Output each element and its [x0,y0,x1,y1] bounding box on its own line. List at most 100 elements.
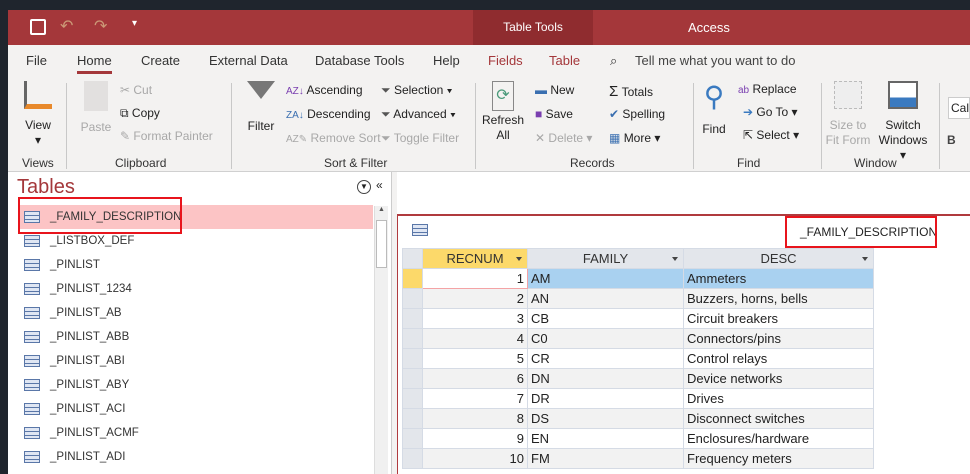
cell-recnum[interactable]: 2 [422,288,528,309]
nav-item[interactable]: _PINLIST_ABI [18,349,373,373]
column-header-desc[interactable]: DESC [683,248,874,269]
copy-button[interactable]: ⧉ Copy [120,106,160,121]
cell-desc[interactable]: Drives [683,388,874,409]
cell-recnum[interactable]: 9 [422,428,528,449]
new-record-button[interactable]: ▬ New [535,83,574,97]
cell-recnum[interactable]: 4 [422,328,528,349]
nav-scrollbar[interactable]: ▲ [374,206,388,474]
save-icon[interactable] [30,19,46,35]
find-button[interactable]: ⚲ Find [698,81,730,137]
table-row[interactable]: 5 CR Control relays [402,348,874,369]
scroll-up-icon[interactable]: ▲ [375,206,388,220]
column-header-recnum[interactable]: RECNUM [422,248,528,269]
tab-database-tools[interactable]: Database Tools [315,53,404,68]
nav-item[interactable]: _PINLIST [18,253,373,277]
scroll-thumb[interactable] [376,220,387,268]
cell-desc[interactable]: Frequency meters [683,448,874,469]
spelling-button[interactable]: ✔ Spelling [609,107,665,121]
cell-recnum[interactable]: 8 [422,408,528,429]
dropdown-arrow-icon[interactable] [862,257,868,264]
cell-family[interactable]: AN [527,288,684,309]
cell-desc[interactable]: Buzzers, horns, bells [683,288,874,309]
table-row[interactable]: 8 DS Disconnect switches [402,408,874,429]
nav-item[interactable]: _PINLIST_ACI [18,397,373,421]
table-row[interactable]: 10 FM Frequency meters [402,448,874,469]
table-row[interactable]: 3 CB Circuit breakers [402,308,874,329]
save-record-button[interactable]: ■ Save [535,107,573,121]
tab-fields[interactable]: Fields [488,53,523,68]
row-selector[interactable] [402,348,423,369]
nav-item[interactable]: _PINLIST_ABB [18,325,373,349]
customize-qat-icon[interactable]: ▾ [132,18,137,29]
table-row[interactable]: 9 EN Enclosures/hardware [402,428,874,449]
more-button[interactable]: ▦ More ▾ [609,131,660,145]
nav-menu-dropdown-icon[interactable]: ▼ [357,180,371,194]
tab-external-data[interactable]: External Data [209,53,288,68]
cell-family[interactable]: EN [527,428,684,449]
row-selector[interactable] [402,408,423,429]
font-name-select[interactable]: Cal [948,97,970,119]
remove-sort-button[interactable]: AZ✎ Remove Sort [286,131,381,145]
cell-family[interactable]: C0 [527,328,684,349]
cell-recnum[interactable]: 6 [422,368,528,389]
goto-button[interactable]: ➔ Go To ▾ [743,105,798,119]
replace-button[interactable]: ab Replace [738,82,797,96]
row-selector[interactable] [402,428,423,449]
tab-table[interactable]: Table [549,53,580,68]
cut-button[interactable]: ✂ Cut [120,83,152,97]
row-selector[interactable] [402,448,423,469]
selection-button[interactable]: ⏷ Selection ▾ [381,83,453,98]
row-selector[interactable] [402,328,423,349]
cell-recnum[interactable]: 7 [422,388,528,409]
switch-windows-button[interactable]: Switch Windows ▾ [874,81,932,163]
row-selector[interactable] [402,368,423,389]
table-row[interactable]: 2 AN Buzzers, horns, bells [402,288,874,309]
refresh-all-button[interactable]: ⟳ Refresh All [480,81,526,143]
select-button[interactable]: ⇱ Select ▾ [743,128,799,142]
tab-home[interactable]: Home [77,53,112,74]
row-selector[interactable] [402,308,423,329]
cell-recnum[interactable]: 1 [422,268,528,289]
select-all-corner[interactable] [402,248,423,269]
table-row[interactable]: 4 C0 Connectors/pins [402,328,874,349]
dropdown-arrow-icon[interactable] [672,257,678,264]
cell-desc[interactable]: Disconnect switches [683,408,874,429]
view-button[interactable]: View ▾ [16,81,60,148]
paste-button[interactable]: Paste [76,81,116,135]
size-to-fit-form-button[interactable]: Size to Fit Form [823,81,873,148]
cell-family[interactable]: DN [527,368,684,389]
tell-me-input[interactable]: Tell me what you want to do [635,53,795,68]
cell-family[interactable]: DR [527,388,684,409]
row-selector[interactable] [402,288,423,309]
bold-button[interactable]: B [947,133,956,147]
tab-help[interactable]: Help [433,53,460,68]
row-selector[interactable] [402,388,423,409]
cell-recnum[interactable]: 3 [422,308,528,329]
totals-button[interactable]: Σ Totals [609,83,653,100]
nav-item[interactable]: _PINLIST_ACMF [18,421,373,445]
cell-desc[interactable]: Circuit breakers [683,308,874,329]
cell-family[interactable]: FM [527,448,684,469]
cell-family[interactable]: CB [527,308,684,329]
cell-desc[interactable]: Ammeters [683,268,874,289]
tab-create[interactable]: Create [141,53,180,68]
descending-button[interactable]: ZA↓ Descending [286,107,371,121]
cell-desc[interactable]: Enclosures/hardware [683,428,874,449]
nav-item[interactable]: _PINLIST_ABY [18,373,373,397]
cell-recnum[interactable]: 10 [422,448,528,469]
tab-file[interactable]: File [26,53,47,68]
undo-icon[interactable]: ↶ [60,16,73,36]
table-row[interactable]: 1 AM Ammeters [402,268,874,289]
advanced-button[interactable]: ⏷ Advanced ▾ [381,107,456,122]
redo-icon[interactable]: ↷ [94,16,107,36]
row-selector[interactable] [402,268,423,289]
column-header-family[interactable]: FAMILY [527,248,684,269]
format-painter-button[interactable]: ✎ Format Painter [120,129,213,143]
cell-desc[interactable]: Connectors/pins [683,328,874,349]
delete-button[interactable]: ✕ Delete ▾ [535,131,592,145]
collapse-pane-icon[interactable]: « [376,178,383,192]
toggle-filter-button[interactable]: ⏷ Toggle Filter [381,131,459,146]
ascending-button[interactable]: AZ↓ Ascending [286,83,363,97]
nav-item[interactable]: _PINLIST_ADI [18,445,373,469]
dropdown-arrow-icon[interactable] [516,257,522,264]
